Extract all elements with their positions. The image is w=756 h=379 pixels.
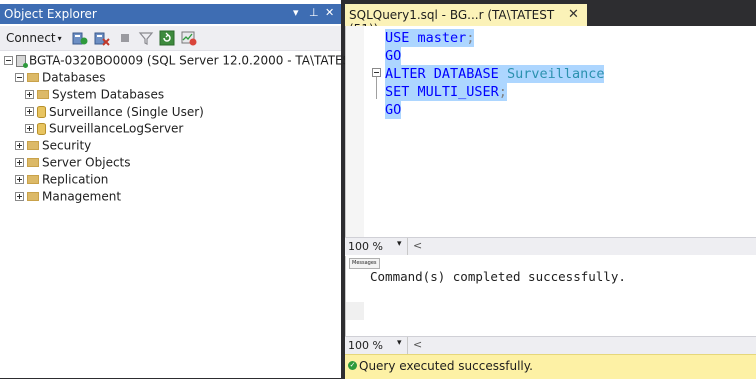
zoom-dropdown-icon[interactable]: ▾ <box>397 239 402 249</box>
expand-icon[interactable] <box>25 90 34 99</box>
pin-icon[interactable]: ⊥ <box>309 6 319 19</box>
scroll-left-icon[interactable]: < <box>413 338 422 351</box>
scroll-left-icon[interactable]: < <box>413 239 422 252</box>
keyword-set-multi-user: SET MULTI_USER <box>385 84 499 100</box>
database-name-master: master <box>417 30 467 46</box>
management-label: Management <box>42 189 122 204</box>
tree-node-server[interactable]: BGTA-0320BO0009 (SQL Server 12.0.2000 - … <box>4 53 362 70</box>
database-icon <box>37 105 46 118</box>
keyword-use: USE <box>385 30 410 46</box>
results-zoom-bar: 100 % ▾ < <box>345 336 756 354</box>
fold-collapse-icon[interactable] <box>372 68 381 77</box>
folder-icon <box>27 141 39 150</box>
tree-node-replication[interactable]: Replication <box>15 172 108 189</box>
divider <box>407 238 408 255</box>
folder-icon <box>27 158 39 167</box>
tree-node-security[interactable]: Security <box>15 138 91 155</box>
collapse-icon[interactable] <box>15 73 24 82</box>
query-window: SQLQuery1.sql - BG...r (TA\TATEST (51)) … <box>345 0 756 379</box>
tree-node-surveillance[interactable]: Surveillance (Single User) <box>25 104 204 121</box>
connect-label: Connect <box>6 31 56 45</box>
database-icon <box>37 122 46 135</box>
keyword-go: GO <box>385 48 402 64</box>
results-zoom-level[interactable]: 100 % <box>348 339 383 352</box>
code-line-5: GO <box>385 101 402 119</box>
editor-zoom-bar: 100 % ▾ < <box>345 237 756 255</box>
folder-icon <box>27 192 39 201</box>
zoom-dropdown-icon[interactable]: ▾ <box>397 338 402 348</box>
results-gutter <box>346 302 364 320</box>
expand-icon[interactable] <box>25 107 34 116</box>
expand-icon[interactable] <box>15 175 24 184</box>
stop-icon[interactable] <box>117 30 133 46</box>
semicolon: ; <box>498 84 507 100</box>
connect-button[interactable]: Connect ▾ <box>6 29 62 48</box>
success-check-icon: ✓ <box>348 361 357 370</box>
surveillance-label: Surveillance (Single User) <box>49 104 204 119</box>
database-name-surveillance: Surveillance <box>506 66 605 82</box>
document-tab-strip: SQLQuery1.sql - BG...r (TA\TATEST (51)) … <box>345 0 756 36</box>
tree-node-databases[interactable]: Databases <box>15 70 106 87</box>
code-line-4: SET MULTI_USER; <box>385 83 507 101</box>
object-explorer-panel: Object Explorer ▾ ⊥ ✕ Connect ▾ BGTA-032… <box>0 0 362 378</box>
server-label: BGTA-0320BO0009 (SQL Server 12.0.2000 - … <box>29 53 363 68</box>
collapse-icon[interactable] <box>4 56 13 65</box>
semicolon: ; <box>466 30 475 46</box>
tree-node-server-objects[interactable]: Server Objects <box>15 155 131 172</box>
filter-icon[interactable] <box>138 30 154 46</box>
databases-label: Databases <box>42 70 106 85</box>
server-icon <box>16 54 28 68</box>
editor-gutter <box>346 26 364 237</box>
tree-node-surveillance-log-server[interactable]: SurveillanceLogServer <box>25 121 183 138</box>
divider <box>407 337 408 354</box>
code-line-1: USE master; <box>385 29 475 47</box>
tab-sqlquery1[interactable]: SQLQuery1.sql - BG...r (TA\TATEST (51)) … <box>345 4 587 36</box>
disconnect-icon[interactable] <box>94 30 110 46</box>
status-text: Query executed successfully. <box>359 359 533 373</box>
editor-zoom-level[interactable]: 100 % <box>348 240 383 253</box>
system-databases-label: System Databases <box>52 87 165 102</box>
object-explorer-title: Object Explorer <box>4 7 97 21</box>
folder-icon <box>37 90 49 99</box>
connect-object-explorer-icon[interactable] <box>72 30 88 46</box>
connect-dropdown-icon[interactable]: ▾ <box>58 34 62 43</box>
security-label: Security <box>42 138 92 153</box>
expand-icon[interactable] <box>15 192 24 201</box>
object-explorer-title-bar: Object Explorer ▾ ⊥ ✕ <box>0 4 341 24</box>
expand-icon[interactable] <box>15 158 24 167</box>
query-status-bar: ✓ Query executed successfully. <box>345 354 756 379</box>
folder-icon <box>27 175 39 184</box>
tree-node-management[interactable]: Management <box>15 189 121 206</box>
result-message: Command(s) completed successfully. <box>370 269 626 284</box>
keyword-alter-database: ALTER DATABASE <box>385 66 499 82</box>
surveillance-log-label: SurveillanceLogServer <box>49 121 184 136</box>
tree-node-system-databases[interactable]: System Databases <box>25 87 164 104</box>
expand-icon[interactable] <box>25 124 34 133</box>
close-tab-icon[interactable]: ✕ <box>568 7 579 22</box>
object-explorer-toolbar: Connect ▾ <box>0 26 341 51</box>
code-line-3: ALTER DATABASE Surveillance <box>385 65 605 83</box>
server-objects-label: Server Objects <box>42 155 131 170</box>
code-line-2: GO <box>385 47 402 65</box>
close-icon[interactable]: ✕ <box>325 6 334 19</box>
window-position-dropdown-icon[interactable]: ▾ <box>293 6 299 19</box>
tab-messages[interactable]: Messages <box>349 258 380 269</box>
fold-guide-line <box>376 77 377 99</box>
sql-editor[interactable]: USE master; GO ALTER DATABASE Surveillan… <box>345 26 756 237</box>
replication-label: Replication <box>42 172 109 187</box>
folder-icon <box>27 73 39 82</box>
activity-monitor-icon[interactable] <box>181 30 197 46</box>
expand-icon[interactable] <box>15 141 24 150</box>
keyword-go: GO <box>385 102 402 118</box>
results-pane: Messages Command(s) completed successful… <box>345 256 756 336</box>
refresh-icon[interactable] <box>159 30 175 46</box>
